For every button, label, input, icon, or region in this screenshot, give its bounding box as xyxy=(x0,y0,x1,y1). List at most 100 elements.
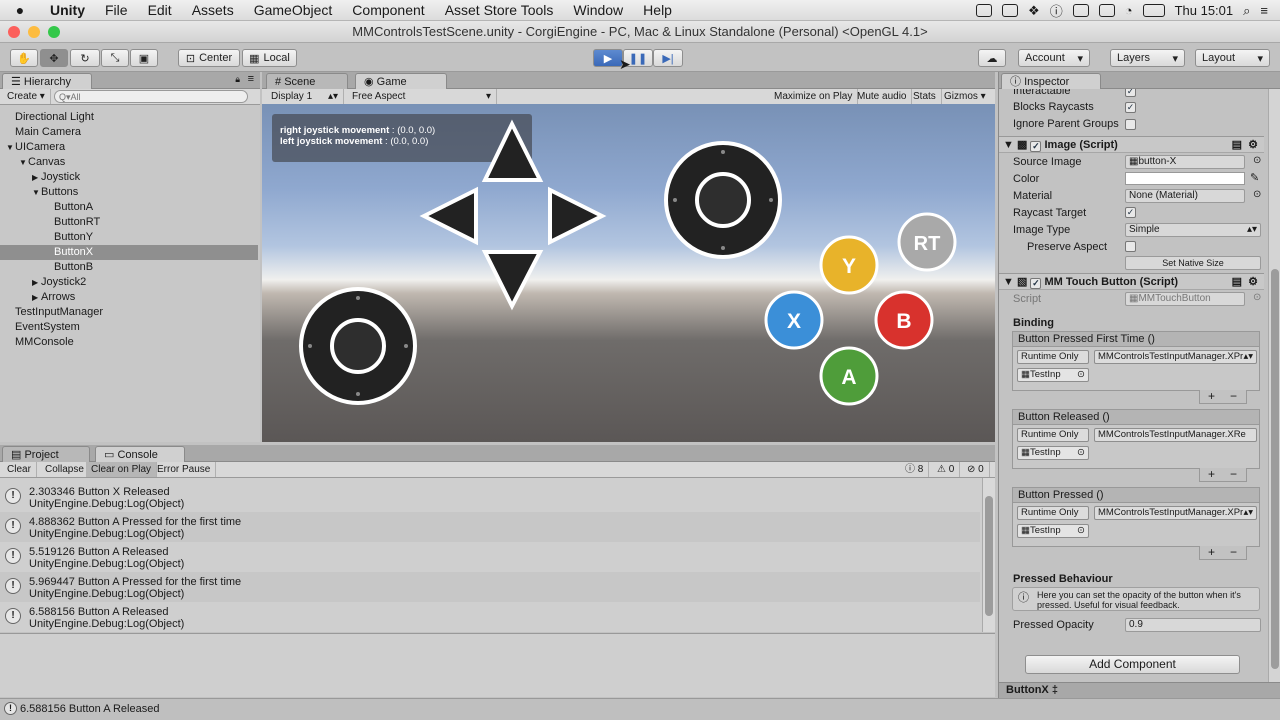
hierarchy-item[interactable]: Main Camera xyxy=(0,125,258,140)
source-image-field[interactable]: ▦button-X xyxy=(1125,155,1245,169)
rect-tool-button[interactable]: ▣ xyxy=(130,49,158,67)
foldout-arrow-icon[interactable]: ▼ xyxy=(32,185,41,200)
maximize-on-play-toggle[interactable]: Maximize on Play xyxy=(769,89,859,104)
foldout-arrow-icon[interactable]: ▶ xyxy=(32,170,41,185)
add-listener-button[interactable]: + xyxy=(1208,468,1215,480)
remove-listener-button[interactable]: − xyxy=(1230,468,1237,480)
battery-icon[interactable] xyxy=(1142,4,1165,17)
arrow-up-button[interactable] xyxy=(481,119,544,182)
method-dropdown[interactable]: MMControlsTestInputManager.XPr ▴▾ xyxy=(1094,506,1257,520)
add-listener-button[interactable]: + xyxy=(1208,546,1215,558)
foldout-arrow-icon[interactable]: ▼ xyxy=(6,140,15,155)
camera-icon[interactable] xyxy=(1002,4,1019,17)
tab-inspector[interactable]: ⓘ Inspector xyxy=(1001,73,1101,89)
mmtouch-enabled-checkbox[interactable]: ✓ xyxy=(1030,278,1042,289)
hierarchy-item[interactable]: MMConsole xyxy=(0,335,258,350)
tab-scene[interactable]: # Scene xyxy=(266,73,348,89)
hierarchy-item[interactable]: ▼Buttons xyxy=(0,185,258,200)
button-x[interactable]: X xyxy=(764,290,824,350)
material-field[interactable]: None (Material) xyxy=(1125,189,1245,203)
menu-file[interactable]: File xyxy=(95,2,138,18)
warning-count-toggle[interactable]: ⓘ 8 xyxy=(900,462,930,477)
drive-icon[interactable] xyxy=(976,4,993,17)
create-dropdown[interactable]: Create ▾ xyxy=(2,89,51,104)
console-log-entry[interactable]: ! 4.888362 Button A Pressed for the first… xyxy=(0,512,980,542)
foldout-arrow-icon[interactable]: ▶ xyxy=(32,275,41,290)
preserve-aspect-checkbox[interactable] xyxy=(1125,241,1136,252)
gear-icon[interactable]: ⚙ xyxy=(1248,274,1258,290)
button-a[interactable]: A xyxy=(819,346,879,406)
tab-game[interactable]: ◉ Game xyxy=(355,73,447,89)
apple-icon[interactable]: ● xyxy=(0,2,40,18)
hierarchy-search-input[interactable] xyxy=(54,90,248,103)
image-enabled-checkbox[interactable]: ✓ xyxy=(1030,141,1042,152)
evernote-icon[interactable] xyxy=(1072,4,1089,17)
button-rt[interactable]: RT xyxy=(897,212,957,272)
scrollbar-thumb[interactable] xyxy=(985,496,993,616)
zoom-window-button[interactable] xyxy=(48,26,60,38)
panel-menu-icon[interactable]: ≡ xyxy=(248,73,254,85)
ignore-parent-groups-checkbox[interactable] xyxy=(1125,119,1136,130)
error-count-toggle[interactable]: ⚠ 0 xyxy=(932,462,961,477)
arrow-right-button[interactable] xyxy=(548,186,607,246)
add-listener-button[interactable]: + xyxy=(1208,390,1215,402)
method-dropdown[interactable]: MMControlsTestInputManager.XRe▴▾ xyxy=(1094,428,1257,442)
pivot-center-toggle[interactable]: ⊡ Center xyxy=(178,49,240,67)
inspector-preview-bar[interactable]: ButtonX ‡ xyxy=(999,682,1280,698)
hierarchy-item[interactable]: ▶ Joystick xyxy=(0,170,258,185)
left-joystick[interactable] xyxy=(299,287,417,405)
set-native-size-button[interactable]: Set Native Size xyxy=(1125,256,1261,270)
gizmos-dropdown[interactable]: Gizmos ▾ xyxy=(939,89,991,104)
search-icon[interactable]: ⌕ xyxy=(1243,3,1250,19)
menu-assets[interactable]: Assets xyxy=(182,2,244,18)
display-icon[interactable] xyxy=(1098,4,1115,17)
runtime-mode-dropdown[interactable]: Runtime Only▴▾ xyxy=(1017,350,1089,364)
right-joystick[interactable] xyxy=(664,141,782,259)
object-picker-icon[interactable]: ⊙ xyxy=(1253,189,1261,200)
mmtouchbutton-component-header[interactable]: ▼ ▧ ✓ MM Touch Button (Script) ▤ ⚙ xyxy=(999,273,1264,290)
help-book-icon[interactable]: ▤ xyxy=(1232,137,1242,153)
color-swatch[interactable] xyxy=(1125,172,1245,185)
notifications-icon[interactable]: ≡ xyxy=(1260,3,1268,18)
eyedropper-icon[interactable]: ✎ xyxy=(1250,171,1259,184)
object-picker-icon[interactable]: ⊙ xyxy=(1077,447,1085,459)
foldout-arrow-icon[interactable]: ▼ xyxy=(19,155,28,170)
arrow-down-button[interactable] xyxy=(481,250,544,311)
hierarchy-item[interactable]: ▶ Arrows xyxy=(0,290,258,305)
status-bar[interactable]: ! 6.588156 Button A Released xyxy=(0,698,1280,720)
close-window-button[interactable] xyxy=(8,26,20,38)
dropbox-icon[interactable]: ❖ xyxy=(1028,3,1040,19)
arrow-left-button[interactable] xyxy=(419,186,478,246)
error-pause-toggle[interactable]: Error Pause xyxy=(152,462,217,477)
object-picker-icon[interactable]: ⊙ xyxy=(1253,155,1261,166)
interactable-checkbox[interactable]: ✓ xyxy=(1125,89,1136,97)
move-tool-button[interactable]: ✥ xyxy=(40,49,68,67)
hierarchy-item[interactable]: ButtonB xyxy=(0,260,258,275)
help-book-icon[interactable]: ▤ xyxy=(1232,274,1242,290)
menu-gameobject[interactable]: GameObject xyxy=(244,2,343,18)
menu-component[interactable]: Component xyxy=(342,2,434,18)
hierarchy-item[interactable]: ButtonY xyxy=(0,230,258,245)
scrollbar-thumb[interactable] xyxy=(1271,269,1279,669)
wifi-icon[interactable]: ◔ xyxy=(1125,3,1133,18)
target-object-field[interactable]: ▦TestInp ⊙ xyxy=(1017,446,1089,460)
collapse-toggle[interactable]: Collapse xyxy=(40,462,90,477)
gear-icon[interactable]: ⚙ xyxy=(1248,137,1258,153)
hierarchy-item[interactable]: ButtonA xyxy=(0,200,258,215)
display-dropdown[interactable]: Display 1 ▴▾ xyxy=(266,89,344,104)
hierarchy-item[interactable]: ▼UICamera xyxy=(0,140,258,155)
menu-asset-store-tools[interactable]: Asset Store Tools xyxy=(435,2,564,18)
info-count-toggle[interactable]: ⊘ 0 xyxy=(962,462,990,477)
console-scrollbar[interactable] xyxy=(982,478,995,632)
hierarchy-item[interactable]: Directional Light xyxy=(0,110,258,125)
raycast-target-checkbox[interactable]: ✓ xyxy=(1125,207,1136,218)
target-object-field[interactable]: ▦TestInp ⊙ xyxy=(1017,368,1089,382)
rotate-tool-button[interactable]: ↻ xyxy=(70,49,100,67)
menu-unity[interactable]: Unity xyxy=(40,2,95,18)
runtime-mode-dropdown[interactable]: Runtime Only▴▾ xyxy=(1017,428,1089,442)
minimize-window-button[interactable] xyxy=(28,26,40,38)
hierarchy-item[interactable]: EventSystem xyxy=(0,320,258,335)
blocks-raycasts-checkbox[interactable]: ✓ xyxy=(1125,102,1136,113)
hierarchy-item[interactable]: ButtonX xyxy=(0,245,258,260)
console-log-entry[interactable]: ! 5.519126 Button A Released UnityEngine.D… xyxy=(0,542,980,572)
